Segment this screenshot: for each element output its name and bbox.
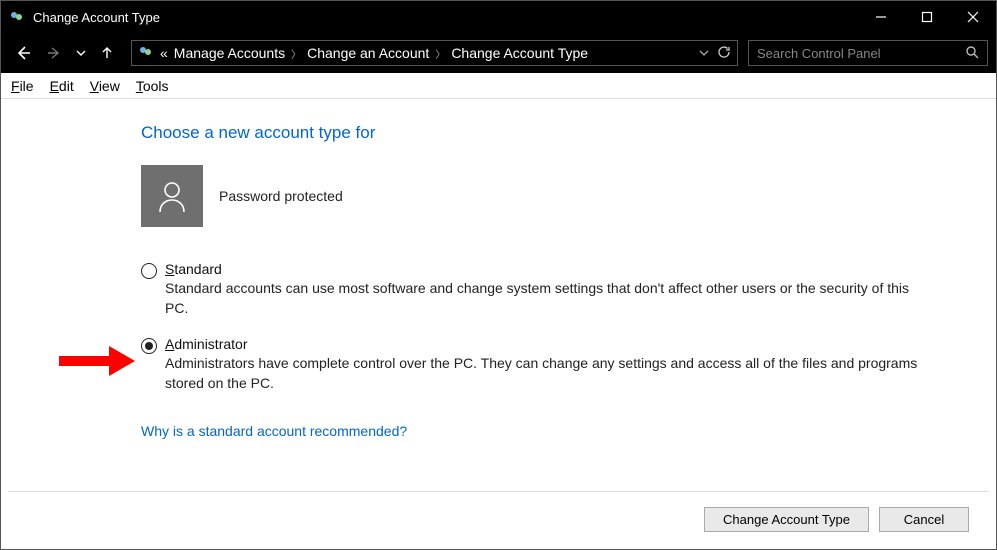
navbar: « Manage Accounts 〉 Change an Account 〉 … <box>1 33 996 73</box>
option-standard-desc: Standard accounts can use most software … <box>165 279 921 318</box>
page-heading: Choose a new account type for <box>141 123 996 143</box>
close-button[interactable] <box>950 1 996 33</box>
option-administrator[interactable]: Administrator Administrators have comple… <box>141 336 961 393</box>
chevron-right-icon: 〉 <box>435 46 445 61</box>
option-administrator-label: Administrator <box>165 336 921 352</box>
radio-administrator[interactable] <box>141 338 157 354</box>
forward-button[interactable] <box>41 39 69 67</box>
search-input[interactable]: Search Control Panel <box>748 40 988 66</box>
chevron-down-icon[interactable] <box>699 45 709 61</box>
menu-view[interactable]: View <box>90 78 120 94</box>
app-icon <box>9 9 25 25</box>
radio-standard[interactable] <box>141 263 157 279</box>
divider <box>8 491 989 492</box>
change-account-type-button[interactable]: Change Account Type <box>704 507 869 532</box>
avatar <box>141 165 203 227</box>
option-administrator-desc: Administrators have complete control ove… <box>165 354 921 393</box>
window-controls <box>858 1 996 33</box>
breadcrumb[interactable]: « Manage Accounts 〉 Change an Account 〉 … <box>131 40 738 66</box>
option-standard-label: Standard <box>165 261 921 277</box>
refresh-button[interactable] <box>717 45 731 62</box>
menu-edit[interactable]: Edit <box>50 78 74 94</box>
content-area: Choose a new account type for Password p… <box>1 99 996 439</box>
maximize-button[interactable] <box>904 1 950 33</box>
breadcrumb-item[interactable]: Change Account Type <box>451 45 588 61</box>
breadcrumb-prefix: « <box>160 45 168 61</box>
profile-block: Password protected <box>141 165 996 227</box>
search-placeholder: Search Control Panel <box>757 46 881 61</box>
breadcrumb-item[interactable]: Change an Account <box>307 45 429 61</box>
chevron-right-icon: 〉 <box>291 46 301 61</box>
password-status: Password protected <box>219 188 343 204</box>
up-button[interactable] <box>93 39 121 67</box>
breadcrumb-icon <box>138 44 154 63</box>
menubar: File Edit View Tools <box>1 73 996 99</box>
menu-tools[interactable]: Tools <box>136 78 169 94</box>
button-row: Change Account Type Cancel <box>704 507 969 532</box>
option-standard[interactable]: Standard Standard accounts can use most … <box>141 261 961 318</box>
menu-file[interactable]: File <box>11 78 34 94</box>
breadcrumb-item[interactable]: Manage Accounts <box>174 45 285 61</box>
back-button[interactable] <box>9 39 37 67</box>
link-why-standard[interactable]: Why is a standard account recommended? <box>141 423 407 439</box>
titlebar: Change Account Type <box>1 1 996 33</box>
recent-dropdown[interactable] <box>73 39 89 67</box>
minimize-button[interactable] <box>858 1 904 33</box>
search-icon <box>965 45 979 62</box>
cancel-button[interactable]: Cancel <box>879 507 969 532</box>
window-title: Change Account Type <box>33 10 858 25</box>
annotation-arrow <box>55 344 135 381</box>
